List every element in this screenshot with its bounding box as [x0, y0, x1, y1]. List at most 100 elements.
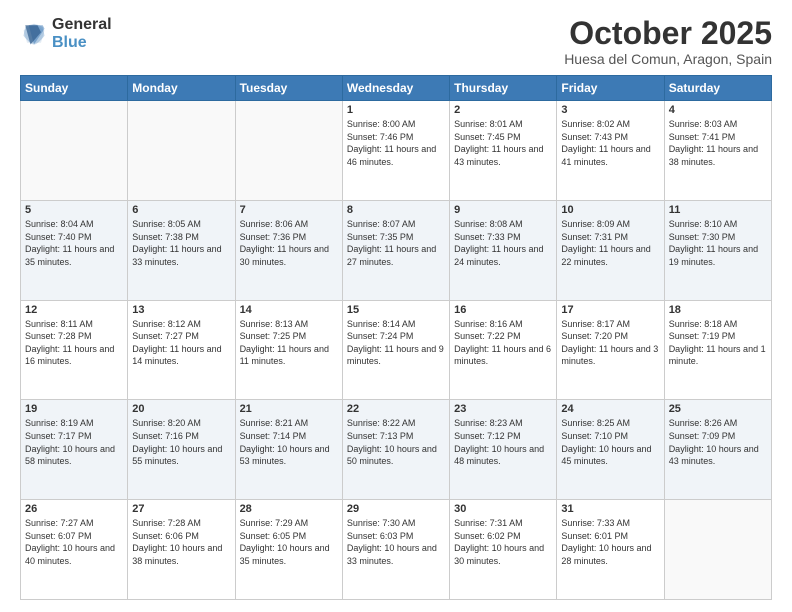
- table-row: 14 Sunrise: 8:13 AM Sunset: 7:25 PM Dayli…: [235, 300, 342, 400]
- table-row: 27 Sunrise: 7:28 AM Sunset: 6:06 PM Dayli…: [128, 500, 235, 600]
- table-row: 8Sunrise: 8:07 AM Sunset: 7:35 PM Daylig…: [342, 200, 449, 300]
- day-number: 29: [347, 503, 445, 515]
- col-sunday: Sunday: [21, 76, 128, 101]
- day-number: 24: [561, 403, 659, 415]
- day-number: 8: [347, 204, 445, 216]
- table-row: [664, 500, 771, 600]
- calendar-week-row: 12 Sunrise: 8:11 AM Sunset: 7:28 PM Dayli…: [21, 300, 772, 400]
- table-row: 6 Sunrise: 8:05 AM Sunset: 7:38 PM Daylig…: [128, 200, 235, 300]
- day-info: Sunrise: 8:09 AM Sunset: 7:31 PM Dayligh…: [561, 218, 659, 268]
- day-number: 4: [669, 104, 767, 116]
- day-number: 30: [454, 503, 552, 515]
- table-row: 22Sunrise: 8:22 AM Sunset: 7:13 PM Dayli…: [342, 400, 449, 500]
- col-saturday: Saturday: [664, 76, 771, 101]
- calendar-week-row: 1 Sunrise: 8:00 AM Sunset: 7:46 PM Daylig…: [21, 101, 772, 201]
- logo-text: General Blue: [52, 16, 112, 51]
- day-number: 14: [240, 304, 338, 316]
- day-info: Sunrise: 8:05 AM Sunset: 7:38 PM Dayligh…: [132, 218, 230, 268]
- table-row: 18Sunrise: 8:18 AM Sunset: 7:19 PM Dayli…: [664, 300, 771, 400]
- day-info: Sunrise: 8:16 AM Sunset: 7:22 PM Dayligh…: [454, 318, 552, 368]
- table-row: 4 Sunrise: 8:03 AM Sunset: 7:41 PM Daylig…: [664, 101, 771, 201]
- day-number: 23: [454, 403, 552, 415]
- day-number: 5: [25, 204, 123, 216]
- day-number: 31: [561, 503, 659, 515]
- logo: General Blue: [20, 16, 112, 51]
- col-friday: Friday: [557, 76, 664, 101]
- day-info: Sunrise: 8:25 AM Sunset: 7:10 PM Dayligh…: [561, 417, 659, 467]
- day-number: 20: [132, 403, 230, 415]
- calendar-week-row: 19 Sunrise: 8:19 AM Sunset: 7:17 PM Dayli…: [21, 400, 772, 500]
- col-tuesday: Tuesday: [235, 76, 342, 101]
- day-number: 6: [132, 204, 230, 216]
- day-info: Sunrise: 7:30 AM Sunset: 6:03 PM Dayligh…: [347, 517, 445, 567]
- day-number: 12: [25, 304, 123, 316]
- table-row: 9 Sunrise: 8:08 AM Sunset: 7:33 PM Daylig…: [450, 200, 557, 300]
- day-info: Sunrise: 8:04 AM Sunset: 7:40 PM Dayligh…: [25, 218, 123, 268]
- table-row: 17Sunrise: 8:17 AM Sunset: 7:20 PM Dayli…: [557, 300, 664, 400]
- page-subtitle: Huesa del Comun, Aragon, Spain: [564, 51, 772, 67]
- table-row: 23 Sunrise: 8:23 AM Sunset: 7:12 PM Dayli…: [450, 400, 557, 500]
- table-row: [235, 101, 342, 201]
- table-row: 3 Sunrise: 8:02 AM Sunset: 7:43 PM Daylig…: [557, 101, 664, 201]
- day-info: Sunrise: 7:28 AM Sunset: 6:06 PM Dayligh…: [132, 517, 230, 567]
- table-row: 19 Sunrise: 8:19 AM Sunset: 7:17 PM Dayli…: [21, 400, 128, 500]
- day-number: 13: [132, 304, 230, 316]
- day-info: Sunrise: 7:33 AM Sunset: 6:01 PM Dayligh…: [561, 517, 659, 567]
- day-info: Sunrise: 7:27 AM Sunset: 6:07 PM Dayligh…: [25, 517, 123, 567]
- day-number: 7: [240, 204, 338, 216]
- table-row: 15 Sunrise: 8:14 AM Sunset: 7:24 PM Dayli…: [342, 300, 449, 400]
- table-row: 2 Sunrise: 8:01 AM Sunset: 7:45 PM Daylig…: [450, 101, 557, 201]
- day-number: 18: [669, 304, 767, 316]
- header: General Blue October 2025 Huesa del Comu…: [20, 16, 772, 67]
- day-info: Sunrise: 8:03 AM Sunset: 7:41 PM Dayligh…: [669, 118, 767, 168]
- calendar-week-row: 5 Sunrise: 8:04 AM Sunset: 7:40 PM Daylig…: [21, 200, 772, 300]
- day-number: 26: [25, 503, 123, 515]
- table-row: 30Sunrise: 7:31 AM Sunset: 6:02 PM Dayli…: [450, 500, 557, 600]
- table-row: 24 Sunrise: 8:25 AM Sunset: 7:10 PM Dayli…: [557, 400, 664, 500]
- day-info: Sunrise: 8:06 AM Sunset: 7:36 PM Dayligh…: [240, 218, 338, 268]
- table-row: 21 Sunrise: 8:21 AM Sunset: 7:14 PM Dayli…: [235, 400, 342, 500]
- day-info: Sunrise: 8:01 AM Sunset: 7:45 PM Dayligh…: [454, 118, 552, 168]
- table-row: 12 Sunrise: 8:11 AM Sunset: 7:28 PM Dayli…: [21, 300, 128, 400]
- day-info: Sunrise: 8:13 AM Sunset: 7:25 PM Dayligh…: [240, 318, 338, 368]
- day-number: 16: [454, 304, 552, 316]
- day-number: 3: [561, 104, 659, 116]
- day-number: 15: [347, 304, 445, 316]
- col-thursday: Thursday: [450, 76, 557, 101]
- calendar-table: Sunday Monday Tuesday Wednesday Thursday…: [20, 75, 772, 600]
- table-row: 10Sunrise: 8:09 AM Sunset: 7:31 PM Dayli…: [557, 200, 664, 300]
- day-info: Sunrise: 8:14 AM Sunset: 7:24 PM Dayligh…: [347, 318, 445, 368]
- day-number: 25: [669, 403, 767, 415]
- day-info: Sunrise: 8:26 AM Sunset: 7:09 PM Dayligh…: [669, 417, 767, 467]
- table-row: 28Sunrise: 7:29 AM Sunset: 6:05 PM Dayli…: [235, 500, 342, 600]
- day-info: Sunrise: 8:08 AM Sunset: 7:33 PM Dayligh…: [454, 218, 552, 268]
- day-number: 11: [669, 204, 767, 216]
- table-row: 7 Sunrise: 8:06 AM Sunset: 7:36 PM Daylig…: [235, 200, 342, 300]
- day-number: 27: [132, 503, 230, 515]
- day-info: Sunrise: 8:00 AM Sunset: 7:46 PM Dayligh…: [347, 118, 445, 168]
- day-info: Sunrise: 8:19 AM Sunset: 7:17 PM Dayligh…: [25, 417, 123, 467]
- logo-blue-text: Blue: [52, 34, 112, 52]
- day-info: Sunrise: 8:10 AM Sunset: 7:30 PM Dayligh…: [669, 218, 767, 268]
- table-row: 5 Sunrise: 8:04 AM Sunset: 7:40 PM Daylig…: [21, 200, 128, 300]
- day-info: Sunrise: 8:23 AM Sunset: 7:12 PM Dayligh…: [454, 417, 552, 467]
- day-number: 9: [454, 204, 552, 216]
- title-block: October 2025 Huesa del Comun, Aragon, Sp…: [564, 16, 772, 67]
- calendar-week-row: 26 Sunrise: 7:27 AM Sunset: 6:07 PM Dayli…: [21, 500, 772, 600]
- day-info: Sunrise: 8:02 AM Sunset: 7:43 PM Dayligh…: [561, 118, 659, 168]
- day-number: 21: [240, 403, 338, 415]
- day-info: Sunrise: 8:20 AM Sunset: 7:16 PM Dayligh…: [132, 417, 230, 467]
- day-info: Sunrise: 7:29 AM Sunset: 6:05 PM Dayligh…: [240, 517, 338, 567]
- col-monday: Monday: [128, 76, 235, 101]
- table-row: 26 Sunrise: 7:27 AM Sunset: 6:07 PM Dayli…: [21, 500, 128, 600]
- table-row: 20 Sunrise: 8:20 AM Sunset: 7:16 PM Dayli…: [128, 400, 235, 500]
- day-info: Sunrise: 8:22 AM Sunset: 7:13 PM Dayligh…: [347, 417, 445, 467]
- day-info: Sunrise: 8:21 AM Sunset: 7:14 PM Dayligh…: [240, 417, 338, 467]
- day-number: 2: [454, 104, 552, 116]
- table-row: 25 Sunrise: 8:26 AM Sunset: 7:09 PM Dayli…: [664, 400, 771, 500]
- table-row: 1 Sunrise: 8:00 AM Sunset: 7:46 PM Daylig…: [342, 101, 449, 201]
- table-row: 16 Sunrise: 8:16 AM Sunset: 7:22 PM Dayli…: [450, 300, 557, 400]
- day-number: 1: [347, 104, 445, 116]
- day-info: Sunrise: 8:11 AM Sunset: 7:28 PM Dayligh…: [25, 318, 123, 368]
- day-number: 19: [25, 403, 123, 415]
